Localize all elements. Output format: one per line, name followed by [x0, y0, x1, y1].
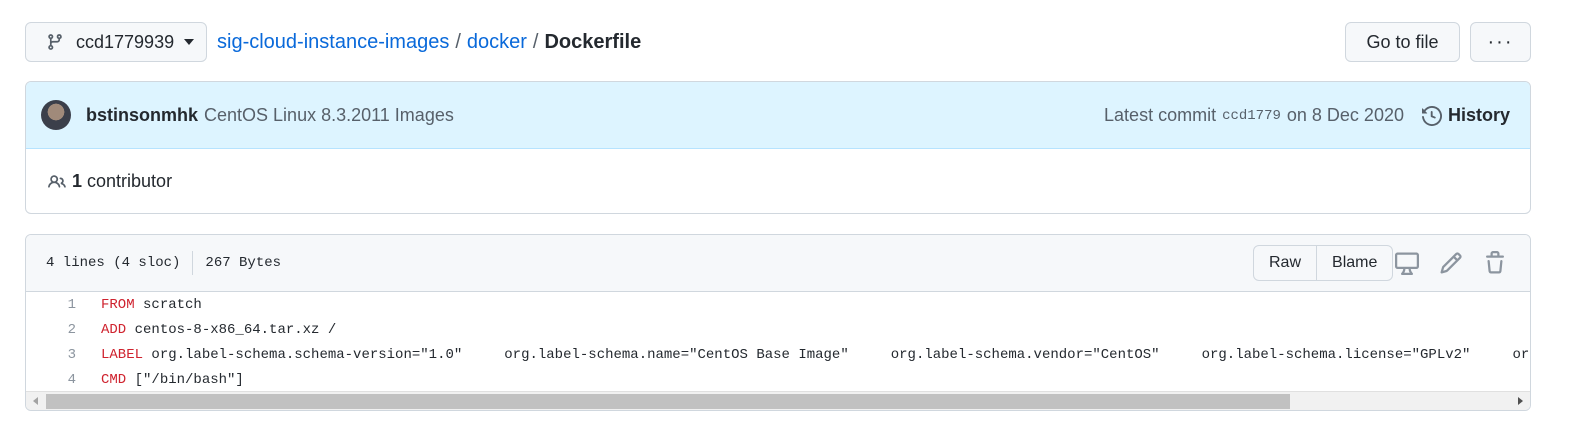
- commit-meta: Latest commit ccd1779 on 8 Dec 2020 Hist…: [1104, 82, 1510, 149]
- line-number[interactable]: 4: [26, 372, 76, 388]
- keyword: ADD: [101, 321, 127, 338]
- breadcrumb-current-file: Dockerfile: [544, 30, 642, 53]
- file-actions-group: Raw Blame: [1253, 245, 1394, 281]
- history-label: History: [1447, 105, 1510, 125]
- line-content: LABEL org.label-schema.schema-version="1…: [101, 347, 1530, 363]
- file-size: 267 Bytes: [205, 255, 282, 271]
- commit-sha-link[interactable]: ccd1779: [1222, 108, 1281, 124]
- branch-name: ccd1779939: [76, 31, 175, 52]
- desktop-icon[interactable]: [1395, 251, 1419, 275]
- commit-message[interactable]: CentOS Linux 8.3.2011 Images: [204, 105, 454, 126]
- trash-icon[interactable]: [1483, 251, 1507, 275]
- line-text: ["/bin/bash"]: [126, 371, 244, 388]
- file-line-count: 4 lines (4 sloc): [46, 255, 181, 271]
- line-number[interactable]: 3: [26, 347, 76, 363]
- line-text: scratch: [134, 296, 202, 313]
- scroll-right-arrow-icon[interactable]: [1518, 397, 1523, 405]
- commit-author[interactable]: bstinsonmhk: [86, 105, 198, 126]
- breadcrumb-repo-link[interactable]: sig-cloud-instance-images: [217, 31, 449, 54]
- line-number[interactable]: 2: [26, 322, 76, 338]
- pencil-icon[interactable]: [1439, 251, 1463, 275]
- people-icon: [46, 173, 68, 191]
- line-text: org.label-schema.schema-version="1.0" or…: [151, 346, 1530, 363]
- line-content: ADD centos-8-x86_64.tar.xz /: [101, 322, 336, 338]
- keyword: FROM: [101, 296, 135, 313]
- branch-select-button[interactable]: ccd1779939: [25, 22, 207, 62]
- breadcrumb-folder-link[interactable]: docker: [467, 31, 527, 54]
- divider: [192, 251, 194, 275]
- contributor-label[interactable]: contributor: [87, 171, 172, 192]
- keyword: LABEL: [101, 346, 144, 363]
- code-line: 4 CMD ["/bin/bash"]: [26, 367, 1530, 392]
- go-to-file-button[interactable]: Go to file: [1345, 22, 1460, 62]
- commit-date: on 8 Dec 2020: [1286, 105, 1404, 125]
- file-navigation-bar: ccd1779939 sig-cloud-instance-images / d…: [25, 22, 1531, 62]
- latest-commit-box: bstinsonmhk CentOS Linux 8.3.2011 Images…: [25, 81, 1531, 214]
- breadcrumb-separator: /: [532, 30, 539, 53]
- horizontal-scrollbar[interactable]: [26, 391, 1530, 410]
- contributors-row: 1 contributor: [26, 149, 1530, 213]
- line-content: CMD ["/bin/bash"]: [101, 372, 244, 388]
- scroll-left-arrow-icon[interactable]: [33, 397, 38, 405]
- code-line: 3 LABEL org.label-schema.schema-version=…: [26, 342, 1530, 367]
- avatar[interactable]: [41, 100, 71, 130]
- code-view: 1 FROM scratch 2 ADD centos-8-x86_64.tar…: [26, 292, 1530, 392]
- breadcrumb: sig-cloud-instance-images / docker / Doc…: [217, 22, 641, 62]
- line-number[interactable]: 1: [26, 297, 76, 313]
- blame-button[interactable]: Blame: [1316, 246, 1392, 280]
- history-link[interactable]: History: [1421, 105, 1510, 126]
- git-branch-icon: [46, 33, 64, 51]
- file-viewer: 4 lines (4 sloc) 267 Bytes Raw Blame 1 F…: [25, 234, 1531, 411]
- contributor-count[interactable]: 1: [72, 171, 82, 192]
- more-options-button[interactable]: ···: [1470, 22, 1531, 62]
- code-line: 2 ADD centos-8-x86_64.tar.xz /: [26, 317, 1530, 342]
- commit-header: bstinsonmhk CentOS Linux 8.3.2011 Images…: [26, 82, 1530, 149]
- keyword: CMD: [101, 371, 127, 388]
- line-content: FROM scratch: [101, 297, 202, 313]
- chevron-down-icon: [184, 39, 195, 45]
- code-line: 1 FROM scratch: [26, 292, 1530, 317]
- latest-commit-label: Latest commit: [1104, 105, 1217, 125]
- history-clock-icon: [1421, 105, 1442, 126]
- line-text: centos-8-x86_64.tar.xz /: [126, 321, 337, 338]
- breadcrumb-separator: /: [455, 30, 461, 53]
- scrollbar-thumb[interactable]: [46, 394, 1290, 409]
- file-header: 4 lines (4 sloc) 267 Bytes Raw Blame: [26, 235, 1530, 292]
- raw-button[interactable]: Raw: [1254, 246, 1316, 280]
